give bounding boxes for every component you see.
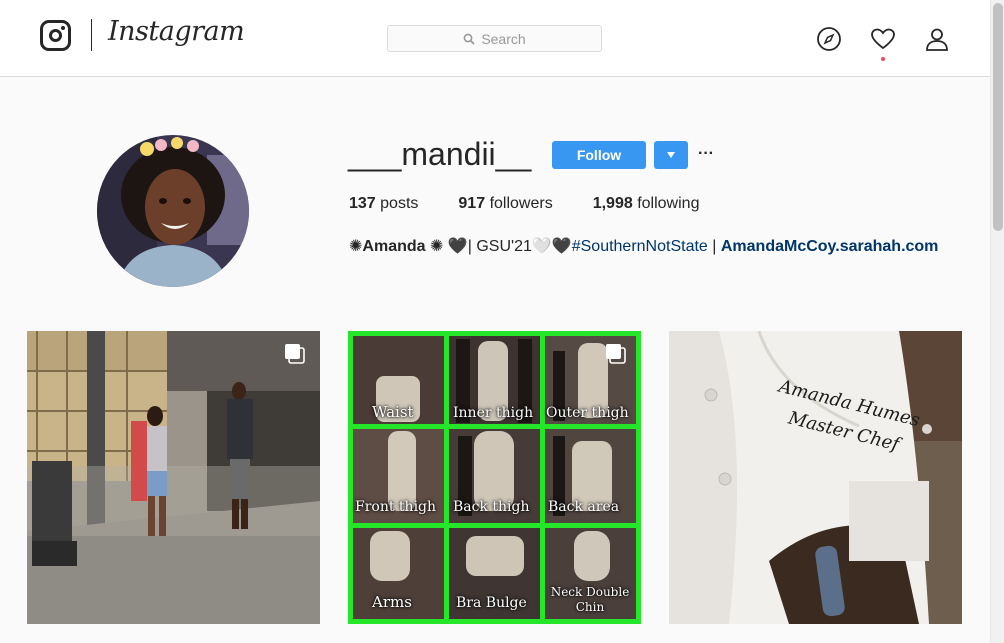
top-navigation-bar: Instagram Search [0,0,990,77]
collage-label: Front thigh [355,499,437,515]
collage-label: Waist [372,403,414,421]
collage-label: Inner thigh [453,405,534,421]
posts-stat: 137 posts [349,195,418,213]
post-image [669,331,962,624]
post-thumbnail[interactable]: Waist Inner thigh Outer thigh Front thig… [348,331,641,624]
following-stat[interactable]: 1,998 following [593,195,700,213]
bio-text: ✺ 🖤| GSU'21🤍🖤 [425,238,572,255]
profile-username: ___mandii__ [348,136,532,172]
bio-name: Amanda [362,238,426,255]
multiple-photos-icon [606,344,626,364]
profile-avatar[interactable] [97,135,249,287]
instagram-logo-icon[interactable] [40,20,71,51]
posts-count: 137 [349,195,376,212]
profile-icon[interactable] [924,26,950,52]
collage-shapewear-overlay [370,339,612,581]
suggested-accounts-button[interactable] [654,141,688,169]
bio-prefix: ✺ [349,238,363,255]
collage-label: Neck Double Chin [550,585,630,614]
instagram-wordmark[interactable]: Instagram [108,16,245,47]
scrollbar-thumb[interactable] [993,3,1003,231]
collage-label: Back thigh [453,499,530,515]
followers-label: followers [489,195,553,212]
following-count: 1,998 [592,195,633,212]
follow-button[interactable]: Follow [552,141,646,169]
multiple-photos-icon [285,344,305,364]
search-icon [463,33,475,45]
posts-label: posts [380,195,419,212]
followers-stat[interactable]: 917 followers [458,195,552,213]
following-label: following [637,195,700,212]
caret-down-icon [667,152,675,158]
followers-count: 917 [458,195,486,212]
post-thumbnail[interactable] [27,331,320,624]
post-image [27,331,320,624]
more-options-button[interactable]: ··· [698,144,716,164]
collage-label: Arms [372,593,412,611]
profile-bio: ✺Amanda ✺ 🖤| GSU'21🤍🖤#SouthernNotState |… [349,236,938,256]
bio-website-link[interactable]: AmandaMcCoy.sarahah.com [721,238,939,255]
bio-separator: | [707,238,721,255]
search-placeholder: Search [481,30,526,47]
logo-divider [91,19,92,51]
profile-stats: 137 posts 917 followers 1,998 following [349,195,739,213]
compass-icon[interactable] [816,26,842,52]
page-scrollbar[interactable] [990,0,1004,643]
collage-label: Bra Bulge [456,595,527,611]
post-thumbnail[interactable]: Amanda Humes Master Chef [669,331,962,624]
search-input[interactable]: Search [387,25,602,52]
notification-dot [881,57,885,61]
collage-label: Back area [548,499,620,515]
collage-label: Outer thigh [546,405,629,421]
heart-icon[interactable] [870,26,896,52]
bio-hashtag-link[interactable]: #SouthernNotState [572,238,708,255]
